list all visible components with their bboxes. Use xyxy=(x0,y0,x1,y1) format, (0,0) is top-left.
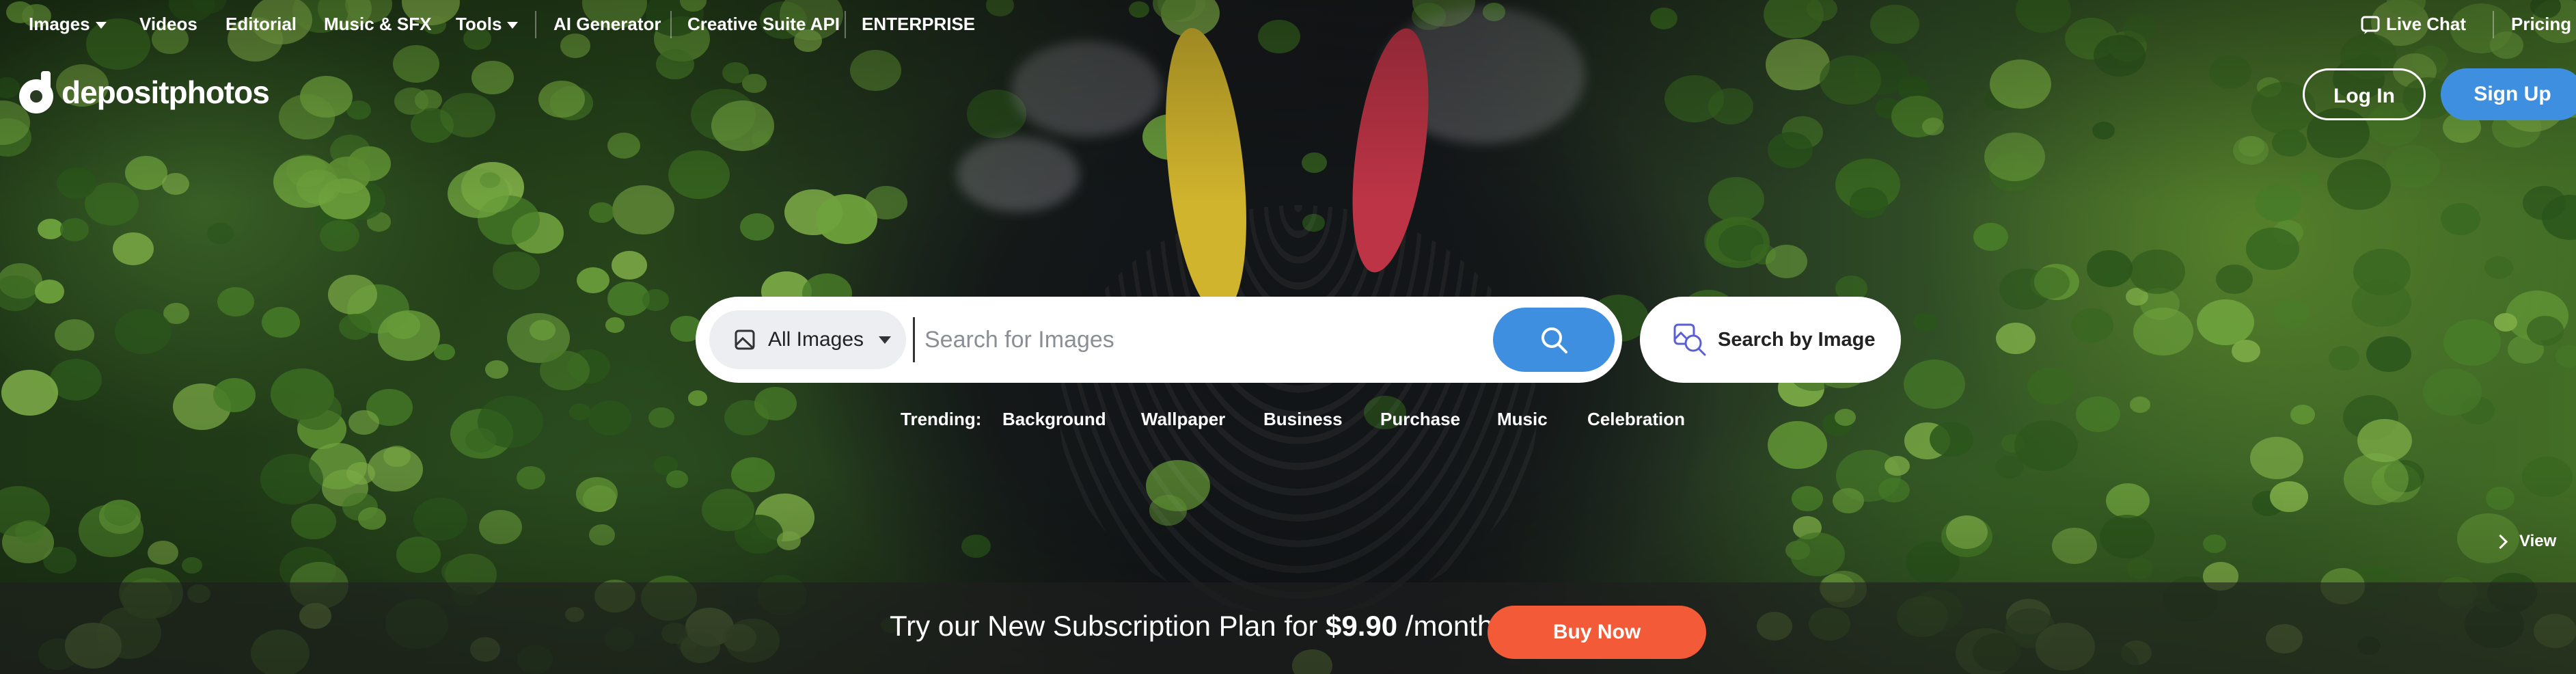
promo-text: Try our New Subscription Plan for $9.90 … xyxy=(890,610,1494,642)
buy-now-button[interactable]: Buy Now xyxy=(1488,606,1706,659)
logo-icon xyxy=(19,71,53,113)
search-bar: All Images xyxy=(696,297,1622,383)
nav-divider xyxy=(670,11,672,38)
signup-button[interactable]: Sign Up xyxy=(2441,68,2576,120)
nav-divider xyxy=(535,11,536,38)
trending-tag-wallpaper[interactable]: Wallpaper xyxy=(1141,407,1225,431)
nav-divider xyxy=(2493,11,2494,38)
image-icon xyxy=(735,329,755,350)
media-type-dropdown[interactable]: All Images xyxy=(709,310,906,369)
nav-divider xyxy=(845,11,846,38)
logo-text: depositphotos xyxy=(61,75,270,110)
live-chat-link[interactable]: Live Chat xyxy=(2360,12,2466,36)
search-by-image-button[interactable]: Search by Image xyxy=(1640,297,1901,383)
nav-images[interactable]: Images xyxy=(29,12,107,36)
nav-creative-suite-api[interactable]: Creative Suite API xyxy=(687,12,840,36)
trending-tag-purchase[interactable]: Purchase xyxy=(1380,407,1460,431)
depositphotos-logo[interactable]: depositphotos xyxy=(19,70,270,115)
view-label: View xyxy=(2519,532,2557,550)
search-input[interactable] xyxy=(913,317,1494,362)
search-icon xyxy=(1542,327,1567,353)
nav-enterprise[interactable]: ENTERPRISE xyxy=(862,12,975,36)
chevron-down-icon xyxy=(879,336,892,344)
chevron-down-icon xyxy=(507,22,519,29)
chevron-right-icon xyxy=(2493,534,2508,549)
chevron-down-icon xyxy=(95,22,107,29)
nav-videos[interactable]: Videos xyxy=(139,12,197,36)
trending-label: Trending: xyxy=(901,409,982,429)
promo-bar: Try our New Subscription Plan for $9.90 … xyxy=(0,582,2576,674)
view-image-link[interactable]: View xyxy=(2493,532,2557,551)
top-navigation: Images Videos Editorial Music & SFX Tool… xyxy=(0,0,2576,48)
search-button[interactable] xyxy=(1493,308,1615,372)
image-search-icon xyxy=(1673,323,1706,356)
nav-ai-generator[interactable]: AI Generator xyxy=(553,12,661,36)
nav-editorial[interactable]: Editorial xyxy=(225,12,297,36)
trending-tag-background[interactable]: Background xyxy=(1002,407,1106,431)
promo-price: $9.90 xyxy=(1326,610,1398,642)
trending-tag-business[interactable]: Business xyxy=(1263,407,1343,431)
nav-pricing[interactable]: Pricing xyxy=(2511,12,2571,36)
trending-tag-celebration[interactable]: Celebration xyxy=(1587,407,1685,431)
media-type-label: All Images xyxy=(768,328,864,351)
chat-bubble-icon xyxy=(2361,16,2380,35)
nav-tools[interactable]: Tools xyxy=(456,12,519,36)
login-button[interactable]: Log In xyxy=(2303,68,2426,120)
nav-music-sfx[interactable]: Music & SFX xyxy=(324,12,431,36)
trending-tag-music[interactable]: Music xyxy=(1497,407,1548,431)
search-by-image-label: Search by Image xyxy=(1718,328,1876,351)
